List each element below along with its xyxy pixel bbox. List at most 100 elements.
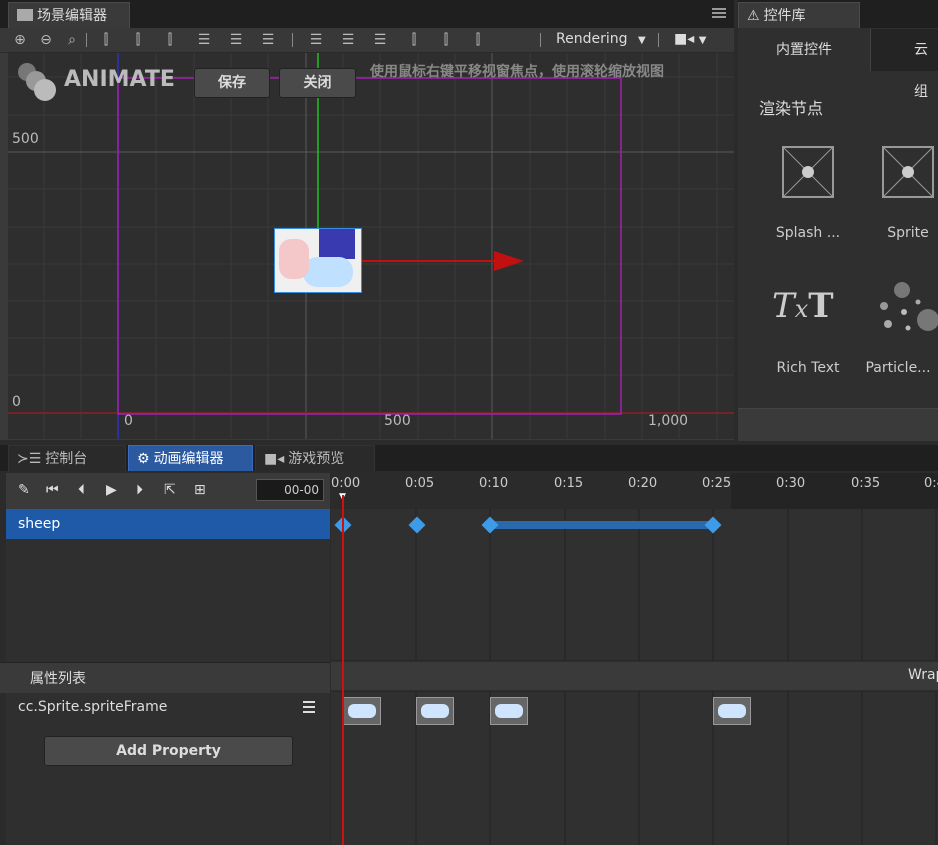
video-camera-icon: ■◂ <box>264 451 285 467</box>
property-menu-icon[interactable] <box>303 701 315 713</box>
widget-item-label: Splash ... <box>775 225 841 241</box>
scene-toolbar: ⊕ ⊖ ⌕ ⫿ ⫿ ⫿ ☰ ☰ ☰ ☰ ☰ ☰ ⫿ ⫿ ⫿ Rendering … <box>0 28 734 53</box>
jump-first-icon[interactable]: ⏮ <box>46 482 59 498</box>
tab-game-preview-label: 游戏预览 <box>288 451 345 467</box>
prev-frame-icon[interactable]: ⏴ <box>78 482 85 498</box>
distribute-vcenter-icon[interactable]: ☰ <box>340 32 356 48</box>
scene-tabbar: 场景编辑器 <box>0 0 734 28</box>
align-left-icon[interactable]: ⫿ <box>98 32 114 48</box>
edit-icon[interactable]: ✎ <box>18 482 30 498</box>
sprite-icon <box>882 146 934 198</box>
add-keyframe-icon[interactable]: ⊞ <box>194 482 206 498</box>
distribute-top-icon[interactable]: ☰ <box>308 32 324 48</box>
spriteframe-keyframe-thumb[interactable] <box>713 697 751 725</box>
scene-icon <box>17 9 33 21</box>
tab-scene-editor-label: 场景编辑器 <box>37 8 107 24</box>
axis-x-0-label: 0 <box>124 413 133 429</box>
distribute-left-icon[interactable]: ⫿ <box>406 32 422 48</box>
widget-item-label: Rich Text <box>776 360 840 376</box>
rendering-label: Rendering <box>556 31 628 47</box>
align-vcenter-icon[interactable]: ☰ <box>228 32 244 48</box>
widget-item-particle[interactable]: Particle... <box>858 272 938 392</box>
axis-y-0-label: 0 <box>12 394 21 410</box>
axis-y-500-label: 500 <box>12 131 39 147</box>
distribute-bottom-icon[interactable]: ☰ <box>372 32 388 48</box>
widget-item-label: Sprite <box>887 225 929 241</box>
console-icon: ≻☰ <box>17 451 42 467</box>
widget-tabbar: ⚠ 控件库 <box>738 0 938 28</box>
tab-game-preview[interactable]: ■◂ 游戏预览 <box>255 445 375 471</box>
align-right-icon[interactable]: ⫿ <box>162 32 178 48</box>
wrap-mode-label[interactable]: Wrap <box>908 667 938 683</box>
zoom-reset-icon[interactable]: ⌕ <box>64 32 80 48</box>
tab-animation-editor[interactable]: ⚙ 动画编辑器 <box>128 445 253 471</box>
sheep-sprite[interactable] <box>274 228 362 293</box>
camera-icon: ■◂ <box>674 31 695 47</box>
ruler-tick: 0:35 <box>851 476 881 491</box>
ruler-tick: 0:20 <box>628 476 658 491</box>
node-row-sheep[interactable]: sheep <box>6 509 330 539</box>
ruler-tick: 0:00 <box>331 476 361 491</box>
camera-chevron-down-icon: ▼ <box>698 35 707 46</box>
tab-console[interactable]: ≻☰ 控制台 <box>8 445 126 471</box>
spriteframe-keyframe-thumb[interactable] <box>416 697 454 725</box>
zoom-in-icon[interactable]: ⊕ <box>12 32 28 48</box>
scene-viewport[interactable]: 500 0 0 500 1,000 ANIMATE 保存 关闭 使用鼠标右键平移… <box>8 53 734 439</box>
spriteframe-keyframe-thumb[interactable] <box>490 697 528 725</box>
tab-widget-library-label: 控件库 <box>763 8 806 24</box>
play-icon[interactable]: ▶ <box>106 482 117 498</box>
render-nodes-title: 渲染节点 <box>759 99 824 118</box>
sheep-body <box>303 257 353 287</box>
widget-item-label: Particle... <box>865 360 931 376</box>
align-bottom-icon[interactable]: ☰ <box>260 32 276 48</box>
ruler-tick: 0:30 <box>776 476 806 491</box>
property-list-header: 属性列表 <box>0 662 330 693</box>
ruler-tick: 0:15 <box>554 476 584 491</box>
tab-animation-editor-label: 动画编辑器 <box>153 451 224 467</box>
close-button[interactable]: 关闭 <box>279 68 356 98</box>
rendering-dropdown[interactable]: Rendering ▼ <box>556 31 646 47</box>
save-button[interactable]: 保存 <box>194 68 270 98</box>
zoom-out-icon[interactable]: ⊖ <box>38 32 54 48</box>
splash-icon <box>782 146 834 198</box>
widget-subtabs: 内置控件 云组 <box>738 29 938 100</box>
camera-dropdown[interactable]: ■◂ ▼ <box>674 31 706 47</box>
sheep-spikes <box>319 229 355 259</box>
anim-left-column: ✎ ⏮ ⏴ ▶ ⏵ ⇱ ⊞ 00-00 sheep 属性列表 cc.Sprite… <box>0 473 330 845</box>
widget-item-rich-text[interactable]: TxT Rich Text <box>758 272 858 392</box>
timeline-area[interactable]: 0:00 0:05 0:10 0:15 0:20 0:25 0:30 0:35 … <box>331 473 938 845</box>
tab-console-label: 控制台 <box>45 451 88 467</box>
widget-library-icon: ⚠ <box>747 8 760 24</box>
scene-menu-icon[interactable] <box>712 6 726 20</box>
subtab-builtin[interactable]: 内置控件 <box>738 29 871 71</box>
keyframe-span-bar[interactable] <box>490 521 713 529</box>
add-property-button[interactable]: Add Property <box>44 736 293 766</box>
widget-item-sprite[interactable]: Sprite <box>858 132 938 252</box>
tab-widget-library[interactable]: ⚠ 控件库 <box>738 2 860 28</box>
widget-library-panel: ⚠ 控件库 内置控件 云组 渲染节点 Splash ... Sprite TxT … <box>738 0 938 441</box>
axis-x-500-label: 500 <box>384 413 411 429</box>
playhead-line[interactable] <box>342 495 344 845</box>
sheep-head <box>279 239 309 279</box>
scene-editor-panel: 场景编辑器 ⊕ ⊖ ⌕ ⫿ ⫿ ⫿ ☰ ☰ ☰ ☰ ☰ ☰ ⫿ ⫿ ⫿ Rend… <box>0 0 734 440</box>
widget-item-splash[interactable]: Splash ... <box>758 132 858 252</box>
align-hcenter-icon[interactable]: ⫿ <box>130 32 146 48</box>
ruler-tick: 0:4 <box>924 476 938 491</box>
property-list-title: 属性列表 <box>30 671 86 687</box>
subtab-cloud[interactable]: 云组 <box>914 29 938 100</box>
tab-scene-editor[interactable]: 场景编辑器 <box>8 2 130 28</box>
distribute-hcenter-icon[interactable]: ⫿ <box>438 32 454 48</box>
ruler-tick: 0:05 <box>405 476 435 491</box>
scene-hint-text: 使用鼠标右键平移视窗焦点，使用滚轮缩放视图 <box>370 64 664 80</box>
animation-icon: ⚙ <box>137 451 150 467</box>
align-top-icon[interactable]: ☰ <box>196 32 212 48</box>
axis-x-1000-label: 1,000 <box>648 413 689 429</box>
spriteframe-keyframe-thumb[interactable] <box>343 697 381 725</box>
time-input[interactable]: 00-00 <box>256 479 324 501</box>
external-link-icon[interactable]: ⇱ <box>164 482 176 498</box>
next-frame-icon[interactable]: ⏵ <box>136 482 143 498</box>
anim-controls-bar: ✎ ⏮ ⏴ ▶ ⏵ ⇱ ⊞ 00-00 <box>6 473 330 509</box>
widget-footer <box>738 408 938 441</box>
distribute-right-icon[interactable]: ⫿ <box>470 32 486 48</box>
scene-grid <box>8 53 734 439</box>
